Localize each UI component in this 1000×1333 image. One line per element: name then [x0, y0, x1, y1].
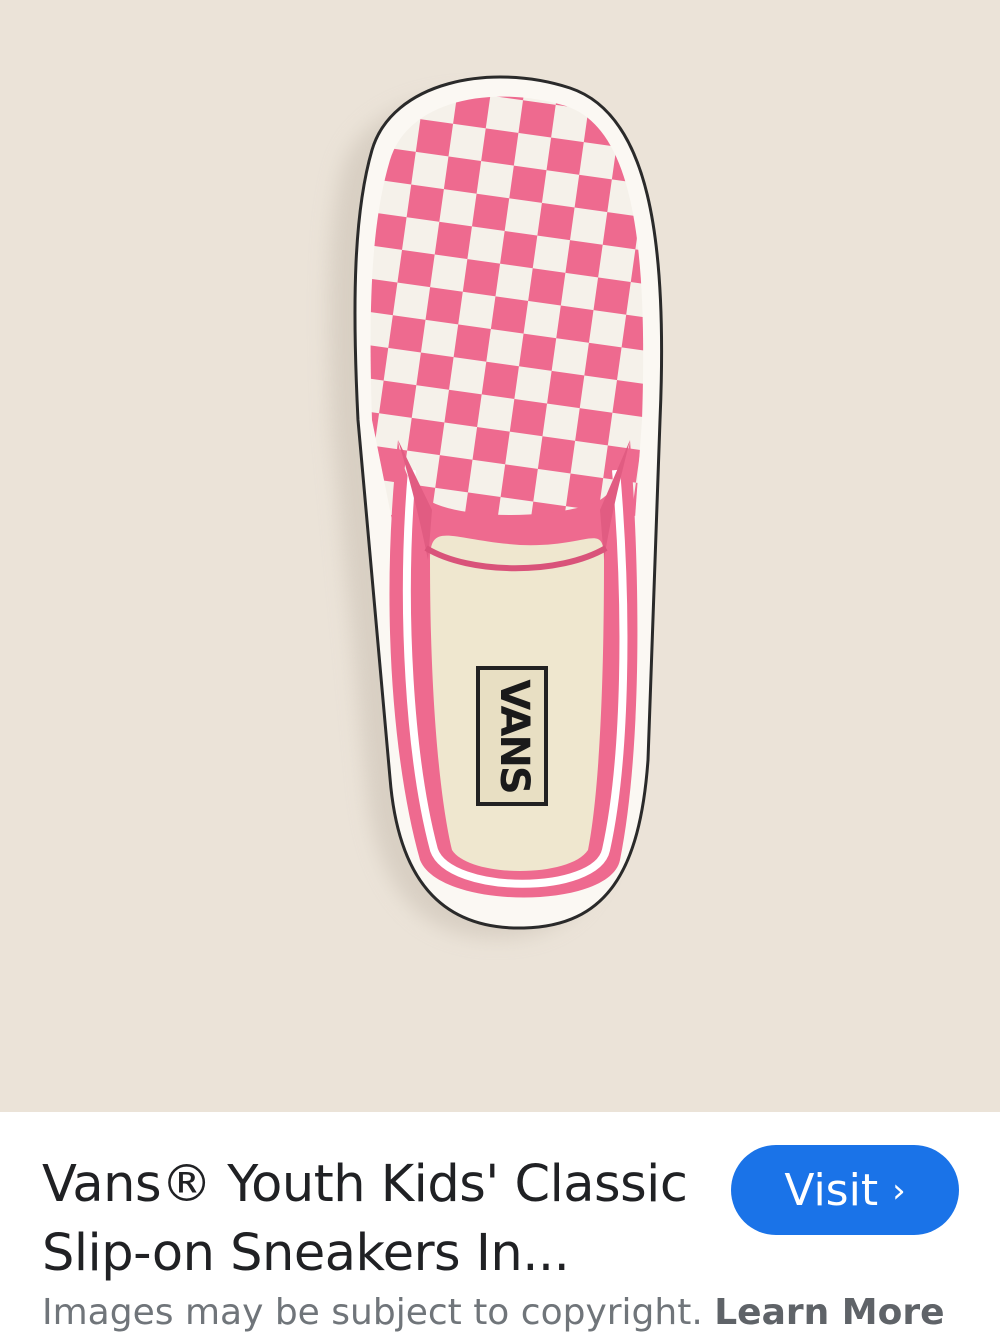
- visit-label: Visit: [784, 1164, 879, 1216]
- copyright-text: Images may be subject to copyright.: [42, 1292, 703, 1333]
- chevron-right-icon: ›: [892, 1171, 906, 1211]
- vans-logo: VANS: [491, 679, 537, 792]
- shoe-image: VANS: [329, 75, 664, 939]
- result-title-line1: Vans® Youth Kids' Classic: [42, 1155, 688, 1214]
- result-title[interactable]: Vans® Youth Kids' Classic Slip-on Sneake…: [42, 1150, 692, 1288]
- result-title-line2: Slip-on Sneakers In...: [42, 1224, 570, 1283]
- learn-more-link[interactable]: Learn More: [714, 1292, 944, 1333]
- visit-button[interactable]: Visit ›: [731, 1145, 959, 1235]
- product-image[interactable]: VANS: [0, 0, 1000, 1112]
- copyright-notice: Images may be subject to copyright. Lear…: [42, 1292, 1000, 1333]
